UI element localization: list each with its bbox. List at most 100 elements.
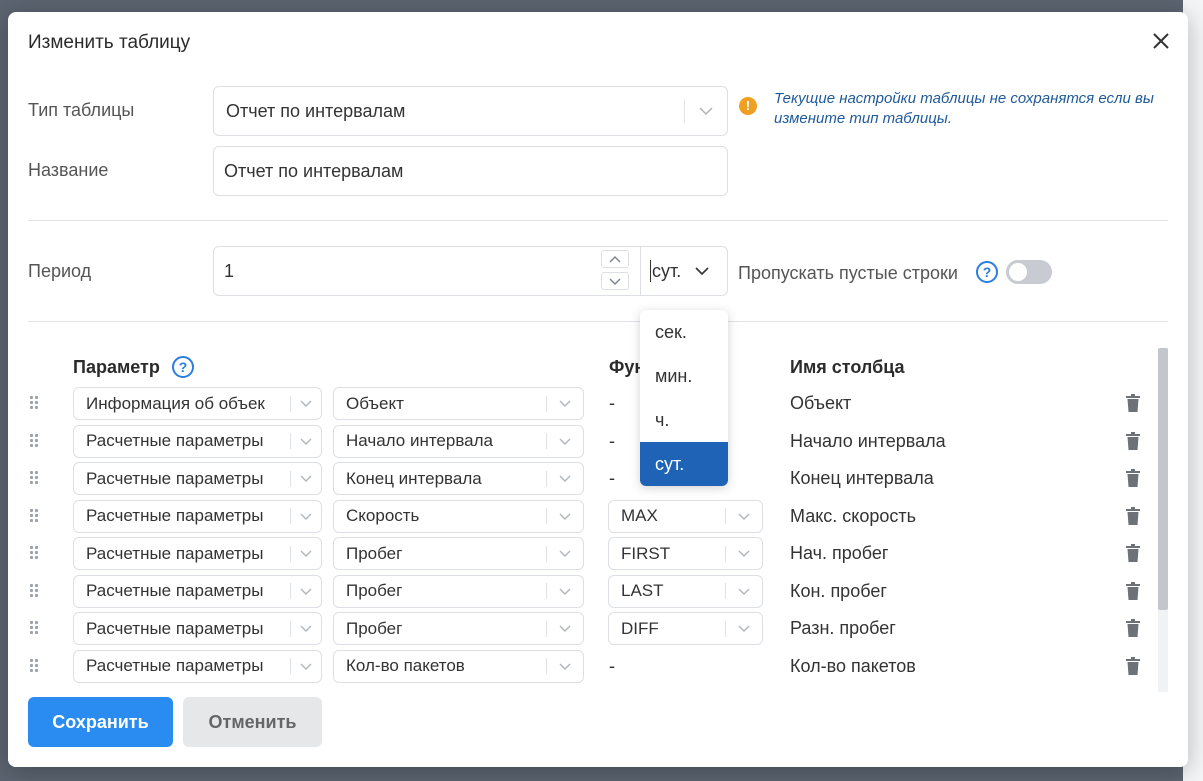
name-value: Отчет по интервалам xyxy=(224,160,404,181)
delete-row-icon[interactable] xyxy=(1126,544,1142,562)
warning-icon: ! xyxy=(739,97,757,115)
column-name: Кон. пробег xyxy=(790,580,887,601)
unit-option[interactable]: мин. xyxy=(640,354,728,398)
param-group-value: Расчетные параметры xyxy=(86,581,264,600)
chevron-down-icon xyxy=(726,588,762,595)
chevron-down-icon xyxy=(547,438,583,445)
chevron-down-icon xyxy=(547,625,583,632)
decrement-button[interactable] xyxy=(601,272,629,290)
param-value: Пробег xyxy=(346,543,403,563)
column-name: Разн. пробег xyxy=(790,618,896,638)
increment-button[interactable] xyxy=(601,250,629,268)
period-input[interactable]: 1 xyxy=(214,261,594,282)
delete-row-icon[interactable] xyxy=(1126,431,1142,450)
chevron-down-icon xyxy=(291,400,321,407)
param-select[interactable]: Конец интервала xyxy=(333,462,584,495)
dialog-footer xyxy=(8,684,1153,767)
drag-handle-icon[interactable] xyxy=(30,658,40,673)
edit-table-dialog: Изменить таблицу Тип таблицы Отчет по ин… xyxy=(8,12,1188,767)
drag-handle-icon[interactable] xyxy=(30,621,40,635)
type-change-warning: Текущие настройки таблицы не сохранятся … xyxy=(774,90,1154,127)
column-name: Нач. пробег xyxy=(790,543,889,563)
param-group-select[interactable]: Расчетные параметры xyxy=(73,649,322,683)
chevron-down-icon xyxy=(291,663,321,670)
param-select[interactable]: Начало интервала xyxy=(333,424,584,458)
unit-option[interactable]: сек. xyxy=(640,310,728,354)
param-group-select[interactable]: Расчетные параметры xyxy=(73,612,322,645)
function-select[interactable]: DIFF xyxy=(608,612,763,645)
param-group-select[interactable]: Расчетные параметры xyxy=(73,462,322,495)
skip-empty-label: Пропускать пустые строки xyxy=(738,263,958,283)
drag-handle-icon[interactable] xyxy=(30,433,40,448)
toggle-knob xyxy=(1009,263,1027,281)
chevron-down-icon xyxy=(726,625,762,632)
drag-handle-icon[interactable] xyxy=(30,583,40,598)
period-label: Период xyxy=(28,261,92,281)
param-value: Объект xyxy=(346,393,404,413)
delete-row-icon[interactable] xyxy=(1126,394,1142,412)
chevron-down-icon xyxy=(547,663,583,670)
param-group-select[interactable]: Расчетные параметры xyxy=(73,574,322,608)
param-select[interactable]: Пробег xyxy=(333,537,584,570)
param-select[interactable]: Пробег xyxy=(333,612,584,645)
function-select[interactable]: LAST xyxy=(608,574,763,608)
function-value: MAX xyxy=(621,506,658,525)
close-icon[interactable] xyxy=(1150,30,1172,52)
param-value: Пробег xyxy=(346,618,403,638)
chevron-down-icon xyxy=(685,107,727,115)
param-select[interactable]: Пробег xyxy=(333,574,584,608)
param-group-value: Расчетные параметры xyxy=(86,468,264,488)
help-icon[interactable]: ? xyxy=(976,261,998,283)
chevron-down-icon xyxy=(291,475,321,482)
delete-row-icon[interactable] xyxy=(1126,506,1142,525)
chevron-down-icon xyxy=(291,588,321,595)
cancel-button[interactable]: Отменить xyxy=(183,697,322,747)
param-group-select[interactable]: Расчетные параметры xyxy=(73,499,322,533)
name-input[interactable]: Отчет по интервалам xyxy=(213,146,728,196)
scrollbar-thumb[interactable] xyxy=(1158,348,1168,610)
delete-row-icon[interactable] xyxy=(1126,469,1142,487)
period-unit-value: сут. xyxy=(652,260,682,281)
chevron-down-icon xyxy=(547,513,583,520)
drag-handle-icon[interactable] xyxy=(30,396,40,410)
save-button[interactable]: Сохранить xyxy=(28,697,173,747)
help-icon[interactable]: ? xyxy=(172,356,194,378)
function-select[interactable]: MAX xyxy=(608,499,763,533)
table-type-select[interactable]: Отчет по интервалам xyxy=(213,86,728,136)
unit-option[interactable]: сут. xyxy=(640,442,728,486)
text-cursor xyxy=(650,260,651,282)
drag-handle-icon[interactable] xyxy=(30,508,40,523)
function-value: - xyxy=(609,468,615,488)
param-group-select[interactable]: Расчетные параметры xyxy=(73,537,322,570)
param-value: Скорость xyxy=(346,506,420,525)
param-group-select[interactable]: Информация об объек xyxy=(73,387,322,420)
skip-empty-toggle[interactable] xyxy=(1006,260,1052,284)
period-unit-select[interactable]: сут. xyxy=(641,247,727,295)
function-select[interactable]: FIRST xyxy=(608,537,763,570)
param-value: Конец интервала xyxy=(346,468,482,488)
drag-handle-icon[interactable] xyxy=(30,471,40,485)
chevron-down-icon xyxy=(695,262,709,280)
delete-row-icon[interactable] xyxy=(1126,581,1142,600)
drag-handle-icon[interactable] xyxy=(30,546,40,560)
chevron-down-icon xyxy=(547,550,583,557)
table-type-label: Тип таблицы xyxy=(28,100,135,120)
param-value: Пробег xyxy=(346,581,403,600)
delete-row-icon[interactable] xyxy=(1126,619,1142,637)
divider xyxy=(28,321,1168,322)
chevron-down-icon xyxy=(291,513,321,520)
param-group-value: Информация об объек xyxy=(86,393,265,413)
param-select[interactable]: Объект xyxy=(333,387,584,420)
column-name: Конец интервала xyxy=(790,468,934,488)
chevron-down-icon xyxy=(726,513,762,520)
delete-row-icon[interactable] xyxy=(1126,656,1142,675)
param-group-select[interactable]: Расчетные параметры xyxy=(73,424,322,458)
divider xyxy=(28,220,1168,221)
chevron-down-icon xyxy=(291,625,321,632)
dialog-title: Изменить таблицу xyxy=(28,32,191,53)
function-value: - xyxy=(609,430,615,451)
period-unit-dropdown: сек. мин. ч. сут. xyxy=(640,310,728,486)
unit-option[interactable]: ч. xyxy=(640,398,728,442)
param-select[interactable]: Кол-во пакетов xyxy=(333,649,584,683)
param-select[interactable]: Скорость xyxy=(333,499,584,533)
